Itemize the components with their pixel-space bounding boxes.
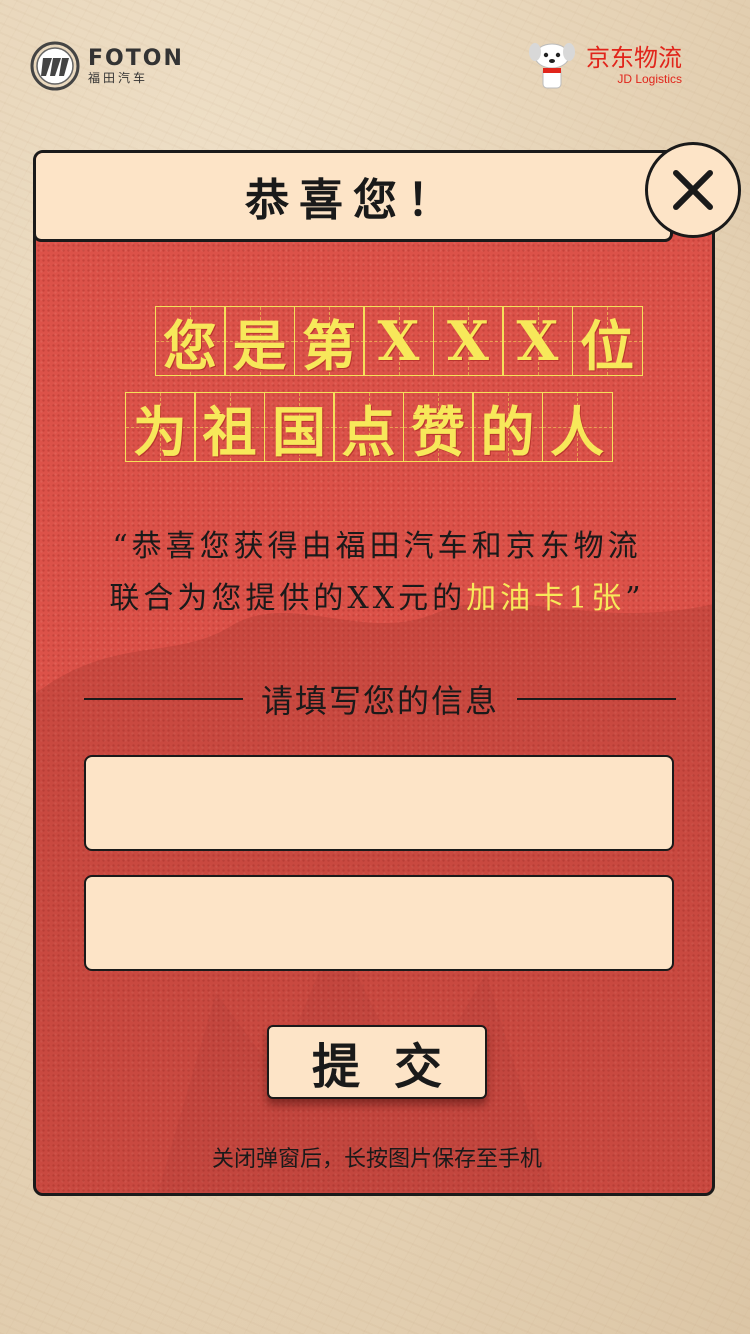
submit-button[interactable]: 提交	[267, 1025, 487, 1099]
form-heading: 请填写您的信息	[261, 682, 500, 720]
info-input-1[interactable]	[84, 755, 674, 851]
headline-char: 您	[154, 306, 226, 378]
divider-line-right	[517, 698, 677, 700]
close-button[interactable]	[645, 142, 741, 238]
headline-char: 赞	[402, 392, 474, 464]
headline-char: 国	[263, 392, 335, 464]
headline-char: X	[432, 306, 504, 376]
headline-char: X	[363, 306, 434, 376]
headline-char: 位	[571, 306, 643, 378]
prize-description-line-1: “恭喜您获得由福田汽车和京东物流	[112, 529, 642, 564]
foton-brand-sub: 福田汽车	[88, 71, 149, 85]
divider-line-left	[84, 698, 243, 700]
foton-brand-name: FOTON	[88, 46, 184, 71]
headline-char: 第	[293, 306, 365, 378]
headline-char: 人	[541, 392, 613, 464]
headline-char: 祖	[194, 392, 265, 464]
jd-brand-name: 京东物流	[586, 44, 682, 72]
headline-char: 的	[472, 392, 543, 464]
congrats-modal: 恭喜您！ 您 是 第 X X X 位 为 祖 国 点 赞 的 人 “恭喜您获得由…	[33, 150, 715, 1196]
modal-title: 恭喜您！	[245, 175, 461, 226]
close-icon	[673, 170, 713, 210]
headline-char: 为	[124, 392, 196, 464]
headline-char: 是	[224, 306, 295, 378]
form-heading-divider: 请填写您的信息	[84, 682, 677, 720]
headline-row-2: 为 祖 国 点 赞 的 人	[124, 392, 613, 464]
jd-dog-icon	[529, 43, 575, 89]
foton-logo: FOTON 福田汽车	[30, 40, 200, 92]
headline-char: 点	[333, 392, 404, 464]
prize-description-line-2: 联合为您提供的XX元的加油卡1张”	[36, 573, 712, 617]
prize-description-text: 联合为您提供的XX元的	[109, 581, 467, 616]
jd-brand-sub: JD Logistics	[617, 72, 682, 86]
info-input-2[interactable]	[84, 875, 674, 971]
headline-row-1: 您 是 第 X X X 位	[154, 306, 643, 378]
foton-logo-icon	[30, 41, 80, 91]
jd-logistics-logo: 京东物流 JD Logistics	[524, 40, 704, 90]
modal-title-bar: 恭喜您！	[36, 153, 673, 242]
prize-highlight: 加油卡1张	[466, 581, 626, 616]
submit-label: 提交	[311, 1039, 476, 1095]
headline-char: X	[502, 306, 573, 376]
closing-quote: ”	[625, 581, 645, 616]
save-image-tip: 关闭弹窗后，长按图片保存至手机	[211, 1147, 542, 1172]
